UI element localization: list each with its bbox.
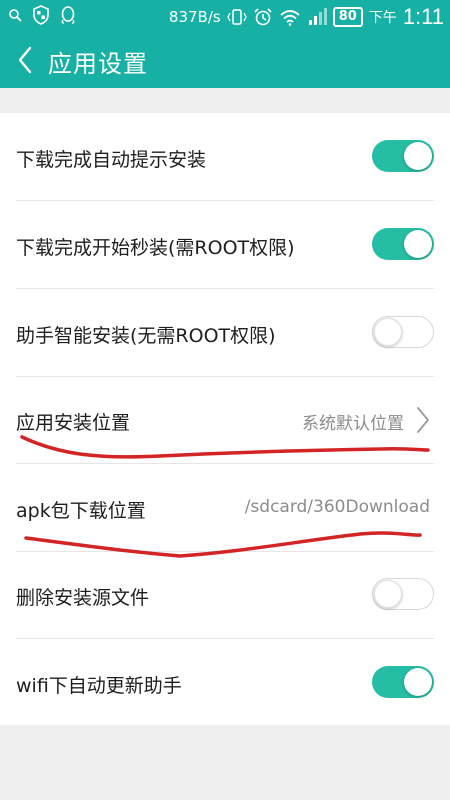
setting-smart-install[interactable]: 助手智能安装(无需ROOT权限) <box>0 289 450 377</box>
setting-quick-install-root[interactable]: 下载完成开始秒装(需ROOT权限) <box>0 201 450 289</box>
status-bar-left-icons <box>8 5 76 25</box>
setting-label: 应用安装位置 <box>16 412 131 434</box>
status-bar: 837B/s 80 下午 1:11 <box>0 0 450 32</box>
shield-icon <box>33 5 49 25</box>
setting-wifi-auto-update[interactable]: wifi下自动更新助手 <box>0 639 450 727</box>
time-period: 下午 <box>368 10 397 26</box>
setting-label: 助手智能安装(无需ROOT权限) <box>16 325 276 347</box>
qq-penguin-icon <box>61 6 75 24</box>
quick-install-root-toggle[interactable] <box>372 228 434 260</box>
back-button[interactable] <box>12 44 42 76</box>
setting-label: wifi下自动更新助手 <box>16 675 182 697</box>
settings-list: 下载完成自动提示安装 下载完成开始秒装(需ROOT权限) 助手智能安装(无需RO… <box>0 113 450 725</box>
chevron-right-icon <box>417 407 429 433</box>
setting-label: apk包下载位置 <box>16 500 146 522</box>
install-location-value[interactable]: 系统默认位置 <box>302 409 404 434</box>
search-icon <box>9 9 22 22</box>
toggle-knob <box>404 230 432 258</box>
toggle-knob <box>404 668 432 696</box>
page-title: 应用设置 <box>48 50 148 78</box>
setting-label: 删除安装源文件 <box>16 587 150 609</box>
setting-label: 下载完成开始秒装(需ROOT权限) <box>16 237 295 259</box>
wifi-auto-update-toggle[interactable] <box>372 666 434 698</box>
smart-install-toggle[interactable] <box>372 316 434 348</box>
battery-indicator: 80 <box>332 7 363 27</box>
net-speed: 837B/s <box>168 8 221 26</box>
signal-icon <box>308 8 327 25</box>
status-bar-right: 837B/s 80 下午 1:11 <box>169 4 444 30</box>
chevron-left-icon <box>18 46 32 74</box>
delete-source-file-toggle[interactable] <box>372 578 434 610</box>
setting-delete-source-file[interactable]: 删除安装源文件 <box>0 551 450 639</box>
auto-prompt-install-toggle[interactable] <box>372 140 434 172</box>
wifi-icon <box>280 10 300 26</box>
apk-download-path[interactable]: /sdcard/360Download <box>245 497 430 517</box>
app-bar: 应用设置 <box>0 32 450 88</box>
setting-apk-download-location[interactable]: apk包下载位置 /sdcard/360Download <box>0 464 450 552</box>
toggle-knob <box>374 580 402 608</box>
setting-install-location[interactable]: 应用安装位置 系统默认位置 <box>0 376 450 464</box>
clock: 1:11 <box>402 4 444 29</box>
toggle-knob <box>374 318 402 346</box>
vibrate-icon <box>226 9 247 25</box>
alarm-icon <box>254 8 272 26</box>
setting-auto-prompt-install[interactable]: 下载完成自动提示安装 <box>0 113 450 201</box>
setting-label: 下载完成自动提示安装 <box>16 149 207 171</box>
toggle-knob <box>404 142 432 170</box>
